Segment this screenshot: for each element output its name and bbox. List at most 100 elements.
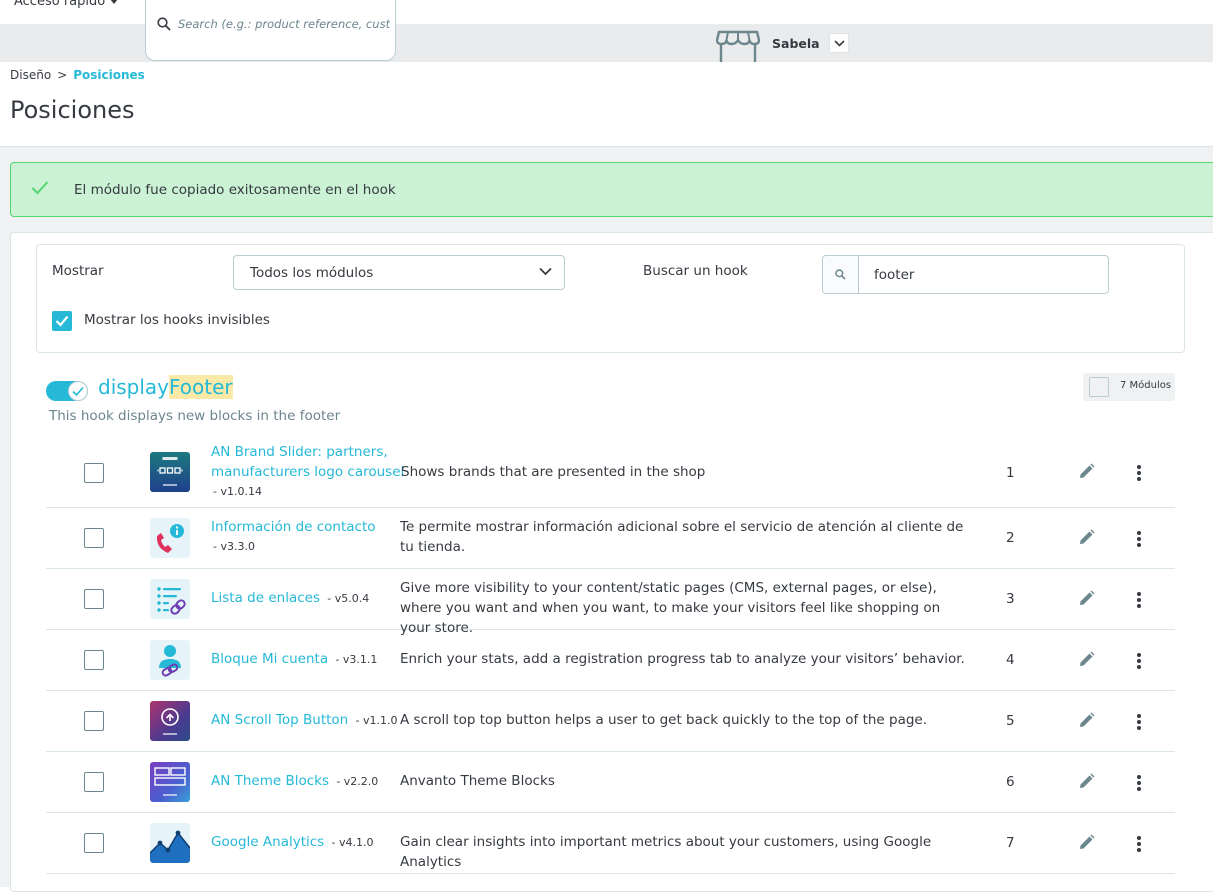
module-name[interactable]: Lista de enlaces - v5.0.4 [211,588,369,609]
module-filter-select[interactable]: Todos los módulos [233,255,565,290]
module-version: - v3.1.1 [335,653,378,666]
edit-icon[interactable] [1078,834,1095,851]
module-name-text: AN Scroll Top Button [211,712,349,728]
edit-icon[interactable] [1078,651,1095,668]
analytics-chart-icon [150,823,190,863]
module-name[interactable]: AN Theme Blocks - v2.2.0 [211,771,378,792]
module-checkbox[interactable] [84,589,104,609]
module-description: Shows brands that are presented in the s… [401,464,706,480]
module-name[interactable]: AN Brand Slider: partners, manufacturers… [211,442,404,502]
select-all-checkbox[interactable] [1089,377,1109,397]
more-options-icon[interactable] [1136,530,1142,548]
edit-icon[interactable] [1078,463,1095,480]
check-icon [31,181,49,195]
module-version: - v1.1.0 [355,714,398,727]
module-name[interactable]: Google Analytics - v4.1.0 [211,832,373,853]
hook-search-input[interactable] [860,256,1106,293]
module-checkbox[interactable] [84,772,104,792]
checkmark-icon [72,386,84,397]
more-options-icon[interactable] [1136,835,1142,853]
more-options-icon[interactable] [1136,464,1142,482]
hook-name[interactable]: displayFooter [98,375,233,399]
theme-blocks-icon [150,762,190,802]
module-position: 7 [1006,835,1015,851]
show-label: Mostrar [52,263,104,279]
module-description: Anvanto Theme Blocks [400,773,555,789]
alert-message: El módulo fue copiado exitosamente en el… [74,182,396,198]
module-count-label: 7 Módulos [1120,380,1172,391]
module-name[interactable]: AN Scroll Top Button - v1.1.0 [211,710,397,731]
edit-icon[interactable] [1078,773,1095,790]
module-row: AN Brand Slider: partners, manufacturers… [46,442,1175,508]
more-options-icon[interactable] [1136,713,1142,731]
more-options-icon[interactable] [1136,774,1142,792]
more-options-icon[interactable] [1136,591,1142,609]
module-version: - v5.0.4 [327,592,370,605]
search-icon [157,17,171,31]
my-account-icon [150,640,190,680]
module-checkbox[interactable] [84,833,104,853]
scroll-top-icon [150,701,190,741]
module-checkbox[interactable] [84,528,104,548]
module-version: - v4.1.0 [331,836,374,849]
module-position: 3 [1006,591,1015,607]
edit-icon[interactable] [1078,590,1095,607]
search-icon [835,269,846,280]
module-name-text: Google Analytics [211,834,325,850]
module-filter-value: Todos los módulos [250,265,374,281]
module-row: AN Theme Blocks - v2.2.0 Anvanto Theme B… [46,752,1175,813]
module-row: AN Scroll Top Button - v1.1.0 A scroll t… [46,691,1175,752]
search-addon [823,256,859,293]
module-checkbox[interactable] [84,463,104,483]
edit-icon[interactable] [1078,529,1095,546]
module-count-badge: 7 Módulos [1083,373,1175,401]
hook-description: This hook displays new blocks in the foo… [49,408,341,424]
module-description: A scroll top top button helps a user to … [400,712,928,728]
contact-info-icon [150,518,190,558]
hook-name-highlight: Footer [169,375,233,399]
search-hook-label: Buscar un hook [643,263,748,279]
module-name-text: Lista de enlaces [211,590,320,606]
module-position: 1 [1006,465,1015,481]
module-name[interactable]: Información de contacto - v3.3.0 [211,517,376,557]
checkmark-icon [55,315,69,327]
module-checkbox[interactable] [84,650,104,670]
module-position: 5 [1006,713,1015,729]
brands-logo-icon [150,452,190,492]
module-checkbox[interactable] [84,711,104,731]
success-alert: El módulo fue copiado exitosamente en el… [10,162,1213,217]
module-description: Give more visibility to your content/sta… [400,580,941,636]
module-version: - v2.2.0 [336,775,379,788]
chevron-down-icon [539,267,552,276]
shop-name: Sabela [772,36,820,51]
module-row: Información de contacto - v3.3.0 Te perm… [46,508,1175,569]
toggle-knob [68,381,88,401]
more-options-icon[interactable] [1136,652,1142,670]
shop-icon [716,30,760,62]
breadcrumb-separator: > [57,68,68,82]
hook-toggle[interactable] [46,381,88,401]
search-placeholder: Search (e.g.: product reference, custon [178,17,390,31]
shop-dropdown-button[interactable] [829,33,849,53]
global-search[interactable]: Search (e.g.: product reference, custon [145,0,396,61]
hook-search [822,255,1109,294]
module-row: Lista de enlaces - v5.0.4 Give more visi… [46,569,1175,636]
module-name-text: Bloque Mi cuenta [211,651,329,667]
edit-icon[interactable] [1078,712,1095,729]
page-title: Posiciones [10,96,135,124]
quick-access-label: Acceso rápido [14,0,106,9]
module-description: Enrich your stats, add a registration pr… [400,651,965,667]
show-invisible-hooks-label: Mostrar los hooks invisibles [84,312,270,328]
module-position: 6 [1006,774,1015,790]
show-invisible-hooks-checkbox[interactable] [52,311,72,331]
module-name-text: AN Theme Blocks [211,773,330,789]
module-name[interactable]: Bloque Mi cuenta - v3.1.1 [211,649,377,670]
breadcrumb-parent[interactable]: Diseño [10,68,51,82]
breadcrumb: Diseño > Posiciones [10,68,145,82]
hook-name-prefix: display [98,375,170,399]
breadcrumb-current[interactable]: Posiciones [73,68,145,82]
module-version: - v1.0.14 [213,485,262,498]
quick-access-menu[interactable]: Acceso rápido [14,0,119,9]
module-description: Te permite mostrar información adicional… [400,519,964,555]
module-name-line-1: AN Brand Slider: partners, [211,444,388,460]
